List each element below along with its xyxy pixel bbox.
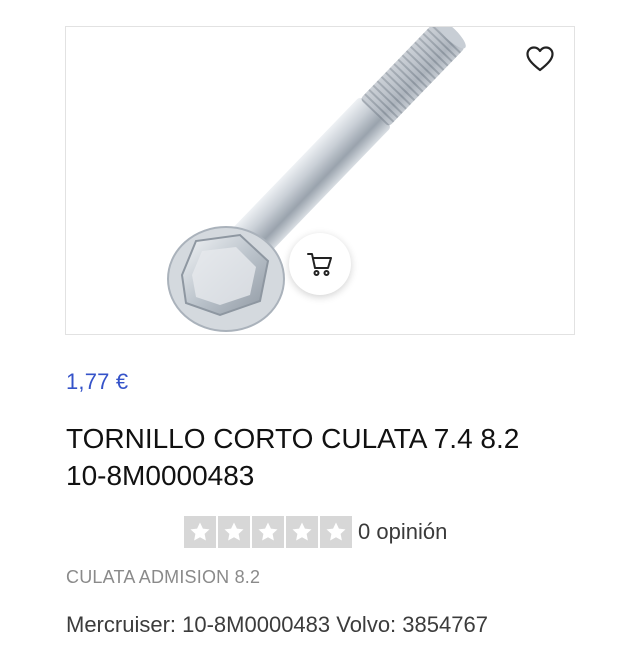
star-icon	[252, 516, 284, 548]
star-icon	[286, 516, 318, 548]
product-card[interactable]	[65, 26, 575, 335]
shopping-cart-icon	[307, 253, 332, 276]
heart-outline-icon	[526, 46, 554, 72]
star-icon	[320, 516, 352, 548]
star-icon	[218, 516, 250, 548]
product-title[interactable]: TORNILLO CORTO CULATA 7.4 8.2 10-8M00004…	[66, 420, 536, 494]
wishlist-button[interactable]	[524, 43, 556, 75]
reviews-count[interactable]: 0 opinión	[358, 519, 447, 545]
add-to-cart-button[interactable]	[289, 233, 351, 295]
star-icon	[184, 516, 216, 548]
product-rating[interactable]: 0 opinión	[184, 516, 447, 548]
rating-stars	[184, 516, 352, 548]
product-price: 1,77 €	[66, 369, 129, 394]
product-references: Mercruiser: 10-8M0000483 Volvo: 3854767	[66, 612, 488, 637]
product-category: CULATA ADMISION 8.2	[66, 567, 261, 587]
